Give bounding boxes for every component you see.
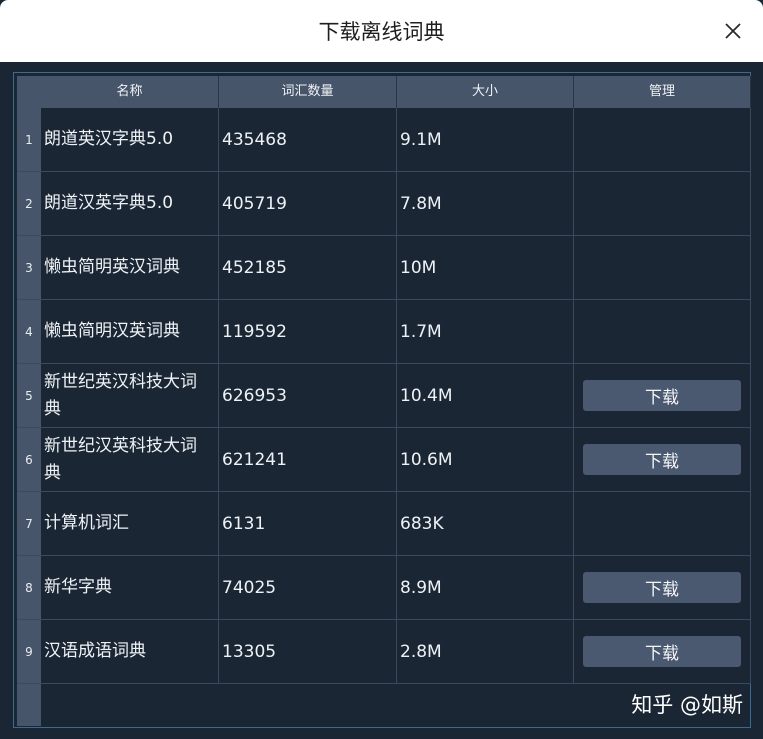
word-count: 435468 [219,108,397,172]
row-number: 4 [17,300,41,364]
word-count: 626953 [219,364,397,428]
row-number: 1 [17,108,41,172]
row-number: 7 [17,492,41,556]
word-count: 74025 [219,556,397,620]
table-row[interactable]: 4 懒虫简明汉英词典 119592 1.7M [17,300,751,364]
word-count: 6131 [219,492,397,556]
table-row[interactable]: 5 新世纪英汉科技大词典 626953 10.4M 下载 [17,364,751,428]
dictionary-name: 计算机词汇 [41,492,219,556]
dictionary-name: 朗道汉英字典5.0 [41,172,219,236]
column-header-count[interactable]: 词汇数量 [219,76,397,108]
table-header: 名称 词汇数量 大小 管理 [41,76,751,108]
download-button[interactable]: 下载 [583,572,741,603]
row-number: 9 [17,620,41,684]
file-size: 10.6M [397,428,574,492]
dictionary-name: 汉语成语词典 [41,620,219,684]
title-bar: 下载离线词典 [0,0,763,62]
word-count: 621241 [219,428,397,492]
file-size: 683K [397,492,574,556]
manage-cell [574,172,751,236]
dictionary-name: 懒虫简明汉英词典 [41,300,219,364]
manage-cell [574,492,751,556]
dictionary-name: 新世纪汉英科技大词典 [41,428,219,492]
dictionary-table: 名称 词汇数量 大小 管理 1 朗道英汉字典5.0 435468 9.1M 2 朗道汉英字… [13,72,751,728]
row-number: 3 [17,236,41,300]
close-icon[interactable] [721,19,745,43]
manage-cell: 下载 [574,556,751,620]
file-size: 2.8M [397,620,574,684]
row-number: 8 [17,556,41,620]
word-count: 452185 [219,236,397,300]
file-size: 8.9M [397,556,574,620]
manage-cell: 下载 [574,364,751,428]
file-size: 10.4M [397,364,574,428]
dictionary-name: 懒虫简明英汉词典 [41,236,219,300]
window-title: 下载离线词典 [318,20,445,44]
manage-cell [574,108,751,172]
manage-cell [574,300,751,364]
dictionary-name: 朗道英汉字典5.0 [41,108,219,172]
file-size: 7.8M [397,172,574,236]
table-row[interactable]: 1 朗道英汉字典5.0 435468 9.1M [17,108,751,172]
dictionary-name: 新华字典 [41,556,219,620]
download-button[interactable]: 下载 [583,636,741,667]
word-count: 119592 [219,300,397,364]
table-row[interactable]: 7 计算机词汇 6131 683K [17,492,751,556]
word-count: 405719 [219,172,397,236]
row-number: 6 [17,428,41,492]
manage-cell: 下载 [574,428,751,492]
file-size: 10M [397,236,574,300]
download-button[interactable]: 下载 [583,444,741,475]
manage-cell: 下载 [574,620,751,684]
column-header-name[interactable]: 名称 [41,76,219,108]
row-number: 5 [17,364,41,428]
manage-cell [574,236,751,300]
column-header-manage[interactable]: 管理 [574,76,751,108]
watermark: 知乎 @如斯 [631,693,743,717]
table-row[interactable]: 2 朗道汉英字典5.0 405719 7.8M [17,172,751,236]
dictionary-name: 新世纪英汉科技大词典 [41,364,219,428]
table-row[interactable]: 3 懒虫简明英汉词典 452185 10M [17,236,751,300]
file-size: 1.7M [397,300,574,364]
file-size: 9.1M [397,108,574,172]
column-header-size[interactable]: 大小 [397,76,574,108]
download-button[interactable]: 下载 [583,380,741,411]
table-row[interactable]: 9 汉语成语词典 13305 2.8M 下载 [17,620,751,684]
word-count: 13305 [219,620,397,684]
table-row[interactable]: 6 新世纪汉英科技大词典 621241 10.6M 下载 [17,428,751,492]
table-row[interactable]: 8 新华字典 74025 8.9M 下载 [17,556,751,620]
row-number: 2 [17,172,41,236]
